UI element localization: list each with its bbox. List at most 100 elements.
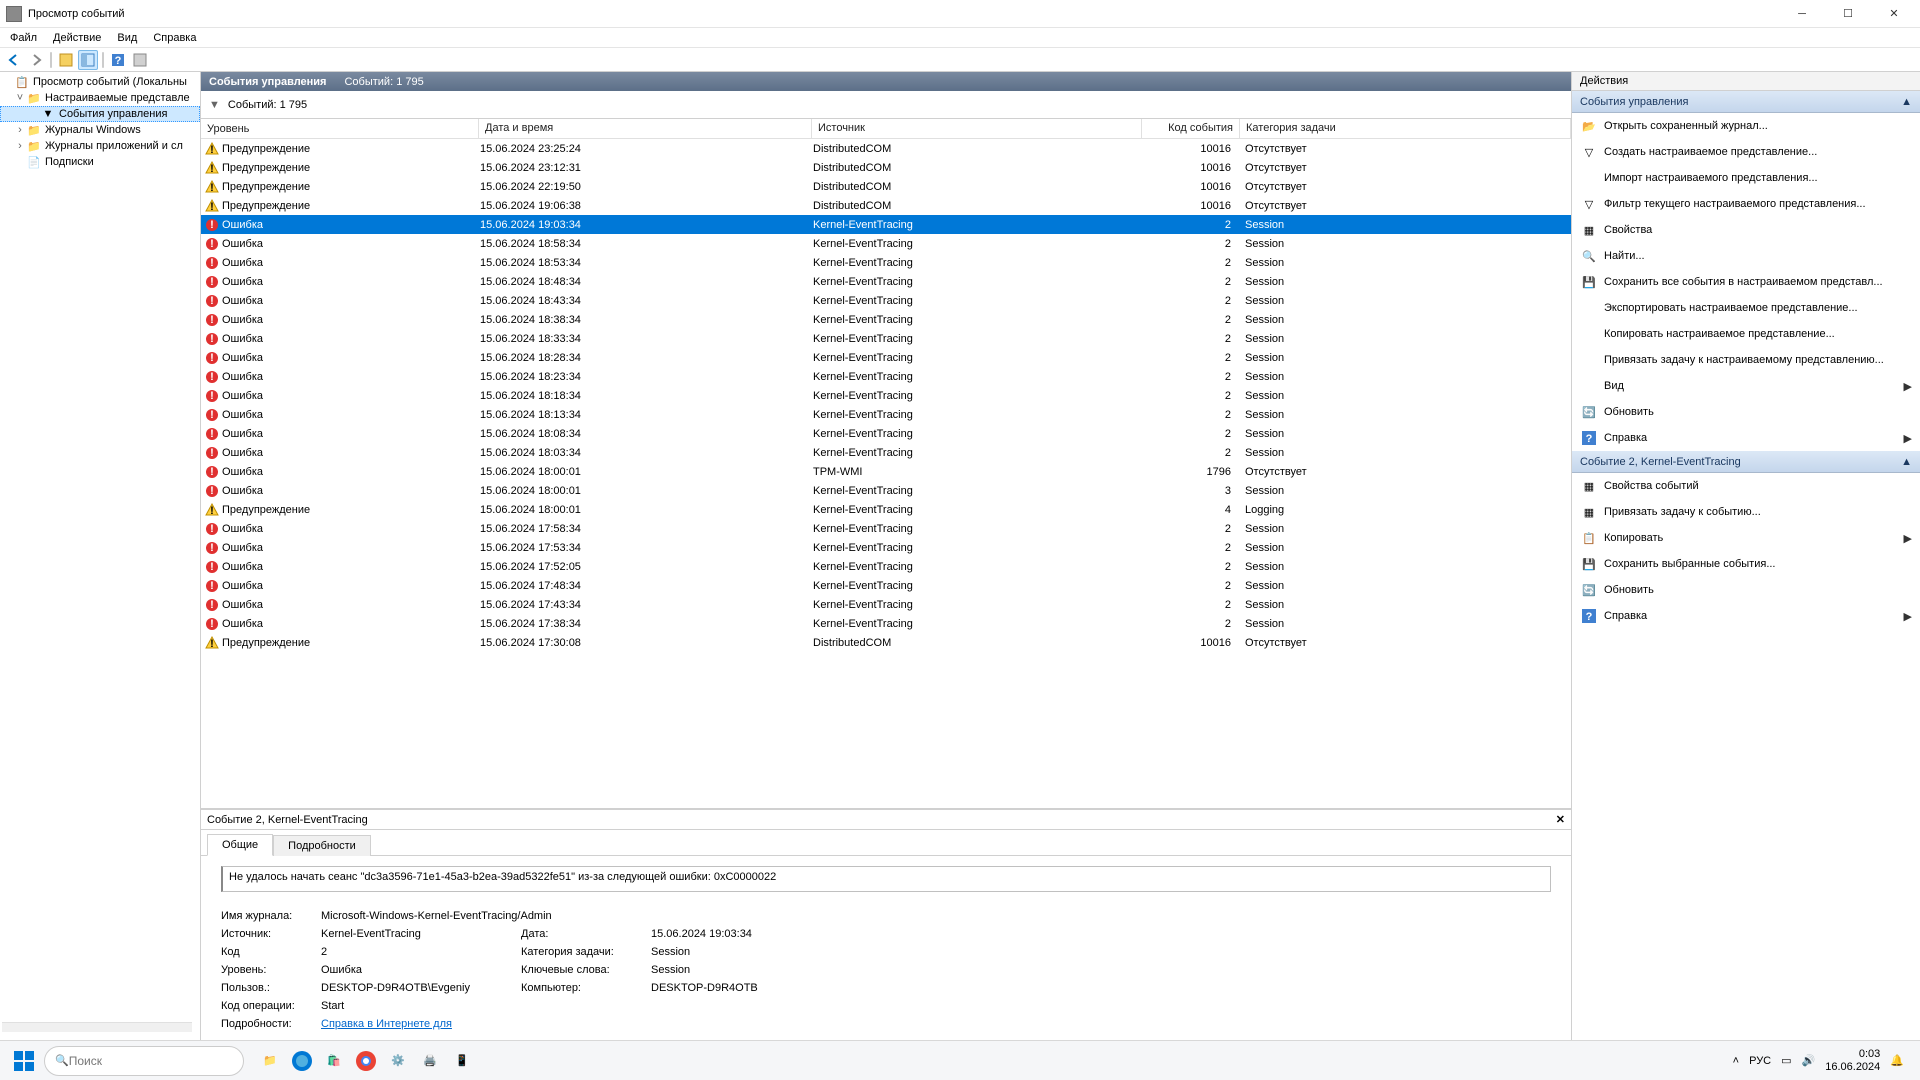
col-category[interactable]: Категория задачи [1240, 119, 1571, 138]
action-item[interactable]: Экспортировать настраиваемое представлен… [1572, 295, 1920, 321]
search-input[interactable] [69, 1054, 233, 1068]
table-row[interactable]: !Предупреждение15.06.2024 17:30:08Distri… [201, 633, 1571, 652]
clock[interactable]: 0:0316.06.2024 [1825, 1048, 1880, 1072]
tree-windows-logs[interactable]: ›📁Журналы Windows [0, 122, 200, 138]
app-icon[interactable]: ⚙️ [382, 1045, 414, 1077]
table-row[interactable]: !Ошибка15.06.2024 18:18:34Kernel-EventTr… [201, 386, 1571, 405]
table-row[interactable]: !Ошибка15.06.2024 17:52:05Kernel-EventTr… [201, 557, 1571, 576]
menu-action[interactable]: Действие [45, 30, 109, 46]
table-row[interactable]: !Ошибка15.06.2024 17:48:34Kernel-EventTr… [201, 576, 1571, 595]
tree-root[interactable]: 📋Просмотр событий (Локальны [0, 74, 200, 90]
online-help-link[interactable]: Справка в Интернете для [321, 1018, 1551, 1030]
table-row[interactable]: !Ошибка15.06.2024 18:00:01Kernel-EventTr… [201, 481, 1571, 500]
explorer-icon[interactable]: 📁 [254, 1045, 286, 1077]
tree-subscriptions[interactable]: 📄Подписки [0, 154, 200, 170]
detail-close-icon[interactable]: ✕ [1556, 813, 1565, 826]
tree-admin-events[interactable]: ▼События управления [0, 106, 200, 122]
table-row[interactable]: !Ошибка15.06.2024 17:53:34Kernel-EventTr… [201, 538, 1571, 557]
table-row[interactable]: !Ошибка15.06.2024 19:03:34Kernel-EventTr… [201, 215, 1571, 234]
action-item[interactable]: ▽Создать настраиваемое представление... [1572, 139, 1920, 165]
forward-button[interactable] [26, 50, 46, 70]
action-item[interactable]: 🔄Обновить [1572, 399, 1920, 425]
col-level[interactable]: Уровень [201, 119, 479, 138]
help-button[interactable]: ? [108, 50, 128, 70]
table-row[interactable]: !Ошибка15.06.2024 18:03:34Kernel-EventTr… [201, 443, 1571, 462]
back-button[interactable] [4, 50, 24, 70]
chrome-icon[interactable] [350, 1045, 382, 1077]
table-row[interactable]: !Предупреждение15.06.2024 23:25:24Distri… [201, 139, 1571, 158]
action-item[interactable]: ?Справка▶ [1572, 603, 1920, 629]
svg-text:!: ! [210, 352, 214, 364]
start-button[interactable] [8, 1045, 40, 1077]
maximize-button[interactable]: ☐ [1834, 4, 1862, 24]
action-item[interactable]: ▦Свойства [1572, 217, 1920, 243]
chevron-right-icon: ▶ [1904, 432, 1912, 445]
table-row[interactable]: !Ошибка15.06.2024 18:08:34Kernel-EventTr… [201, 424, 1571, 443]
action-item[interactable]: 📂Открыть сохраненный журнал... [1572, 113, 1920, 139]
table-row[interactable]: !Ошибка15.06.2024 18:58:34Kernel-EventTr… [201, 234, 1571, 253]
event-list[interactable]: !Предупреждение15.06.2024 23:25:24Distri… [201, 139, 1571, 808]
edge-icon[interactable] [286, 1045, 318, 1077]
tree-custom-views[interactable]: ˅📁Настраиваемые представле [0, 90, 200, 106]
tab-details[interactable]: Подробности [273, 835, 371, 856]
close-button[interactable]: ✕ [1880, 4, 1908, 24]
menu-file[interactable]: Файл [2, 30, 45, 46]
table-row[interactable]: !Ошибка15.06.2024 18:43:34Kernel-EventTr… [201, 291, 1571, 310]
menu-help[interactable]: Справка [145, 30, 204, 46]
table-row[interactable]: !Ошибка15.06.2024 18:13:34Kernel-EventTr… [201, 405, 1571, 424]
action-item[interactable]: Вид▶ [1572, 373, 1920, 399]
action-item[interactable]: 🔄Обновить [1572, 577, 1920, 603]
action-item[interactable]: ?Справка▶ [1572, 425, 1920, 451]
action-item[interactable]: Привязать задачу к настраиваемому предст… [1572, 347, 1920, 373]
app-icon[interactable]: 📱 [446, 1045, 478, 1077]
table-row[interactable]: !Ошибка15.06.2024 18:53:34Kernel-EventTr… [201, 253, 1571, 272]
show-tree-button[interactable] [56, 50, 76, 70]
table-row[interactable]: !Ошибка15.06.2024 18:33:34Kernel-EventTr… [201, 329, 1571, 348]
table-row[interactable]: !Ошибка15.06.2024 17:38:34Kernel-EventTr… [201, 614, 1571, 633]
action-item[interactable]: ▦Привязать задачу к событию... [1572, 499, 1920, 525]
tab-general[interactable]: Общие [207, 834, 273, 856]
table-row[interactable]: !Ошибка15.06.2024 18:00:01TPM-WMI1796Отс… [201, 462, 1571, 481]
col-eventid[interactable]: Код события [1142, 119, 1240, 138]
navigation-tree[interactable]: 📋Просмотр событий (Локальны ˅📁Настраивае… [0, 72, 201, 1040]
tree-app-logs[interactable]: ›📁Журналы приложений и сл [0, 138, 200, 154]
store-icon[interactable]: 🛍️ [318, 1045, 350, 1077]
table-row[interactable]: !Ошибка15.06.2024 18:23:34Kernel-EventTr… [201, 367, 1571, 386]
action-item[interactable]: 💾Сохранить выбранные события... [1572, 551, 1920, 577]
table-row[interactable]: !Предупреждение15.06.2024 22:19:50Distri… [201, 177, 1571, 196]
table-row[interactable]: !Ошибка15.06.2024 18:38:34Kernel-EventTr… [201, 310, 1571, 329]
svg-text:?: ? [115, 55, 122, 67]
network-icon[interactable]: ▭ [1781, 1054, 1791, 1067]
table-row[interactable]: !Ошибка15.06.2024 17:58:34Kernel-EventTr… [201, 519, 1571, 538]
table-row[interactable]: !Ошибка15.06.2024 17:43:34Kernel-EventTr… [201, 595, 1571, 614]
collapse-icon[interactable]: ▲ [1901, 96, 1912, 108]
taskbar-search[interactable]: 🔍 [44, 1046, 244, 1076]
actions-group1[interactable]: События управления▲ [1572, 91, 1920, 113]
toolbar-button[interactable] [130, 50, 150, 70]
action-item[interactable]: Копировать настраиваемое представление..… [1572, 321, 1920, 347]
panel-button[interactable] [78, 50, 98, 70]
tree-scrollbar[interactable] [2, 1022, 192, 1032]
app-icon[interactable]: 🖨️ [414, 1045, 446, 1077]
minimize-button[interactable]: ─ [1788, 4, 1816, 24]
table-row[interactable]: !Предупреждение15.06.2024 18:00:01Kernel… [201, 500, 1571, 519]
col-source[interactable]: Источник [812, 119, 1142, 138]
action-item[interactable]: 📋Копировать▶ [1572, 525, 1920, 551]
col-date[interactable]: Дата и время [479, 119, 812, 138]
action-item[interactable]: ▦Свойства событий [1572, 473, 1920, 499]
language-indicator[interactable]: РУС [1749, 1055, 1771, 1067]
actions-group2[interactable]: Событие 2, Kernel-EventTracing▲ [1572, 451, 1920, 473]
table-row[interactable]: !Предупреждение15.06.2024 23:12:31Distri… [201, 158, 1571, 177]
tray-chevron-icon[interactable]: ˄ [1733, 1055, 1739, 1067]
action-item[interactable]: 🔍Найти... [1572, 243, 1920, 269]
action-item[interactable]: ▽Фильтр текущего настраиваемого представ… [1572, 191, 1920, 217]
table-row[interactable]: !Ошибка15.06.2024 18:28:34Kernel-EventTr… [201, 348, 1571, 367]
table-row[interactable]: !Предупреждение15.06.2024 19:06:38Distri… [201, 196, 1571, 215]
action-item[interactable]: Импорт настраиваемого представления... [1572, 165, 1920, 191]
menu-view[interactable]: Вид [109, 30, 145, 46]
table-row[interactable]: !Ошибка15.06.2024 18:48:34Kernel-EventTr… [201, 272, 1571, 291]
collapse-icon[interactable]: ▲ [1901, 456, 1912, 468]
action-item[interactable]: 💾Сохранить все события в настраиваемом п… [1572, 269, 1920, 295]
volume-icon[interactable]: 🔊 [1802, 1054, 1816, 1067]
notifications-icon[interactable]: 🔔 [1890, 1054, 1904, 1067]
